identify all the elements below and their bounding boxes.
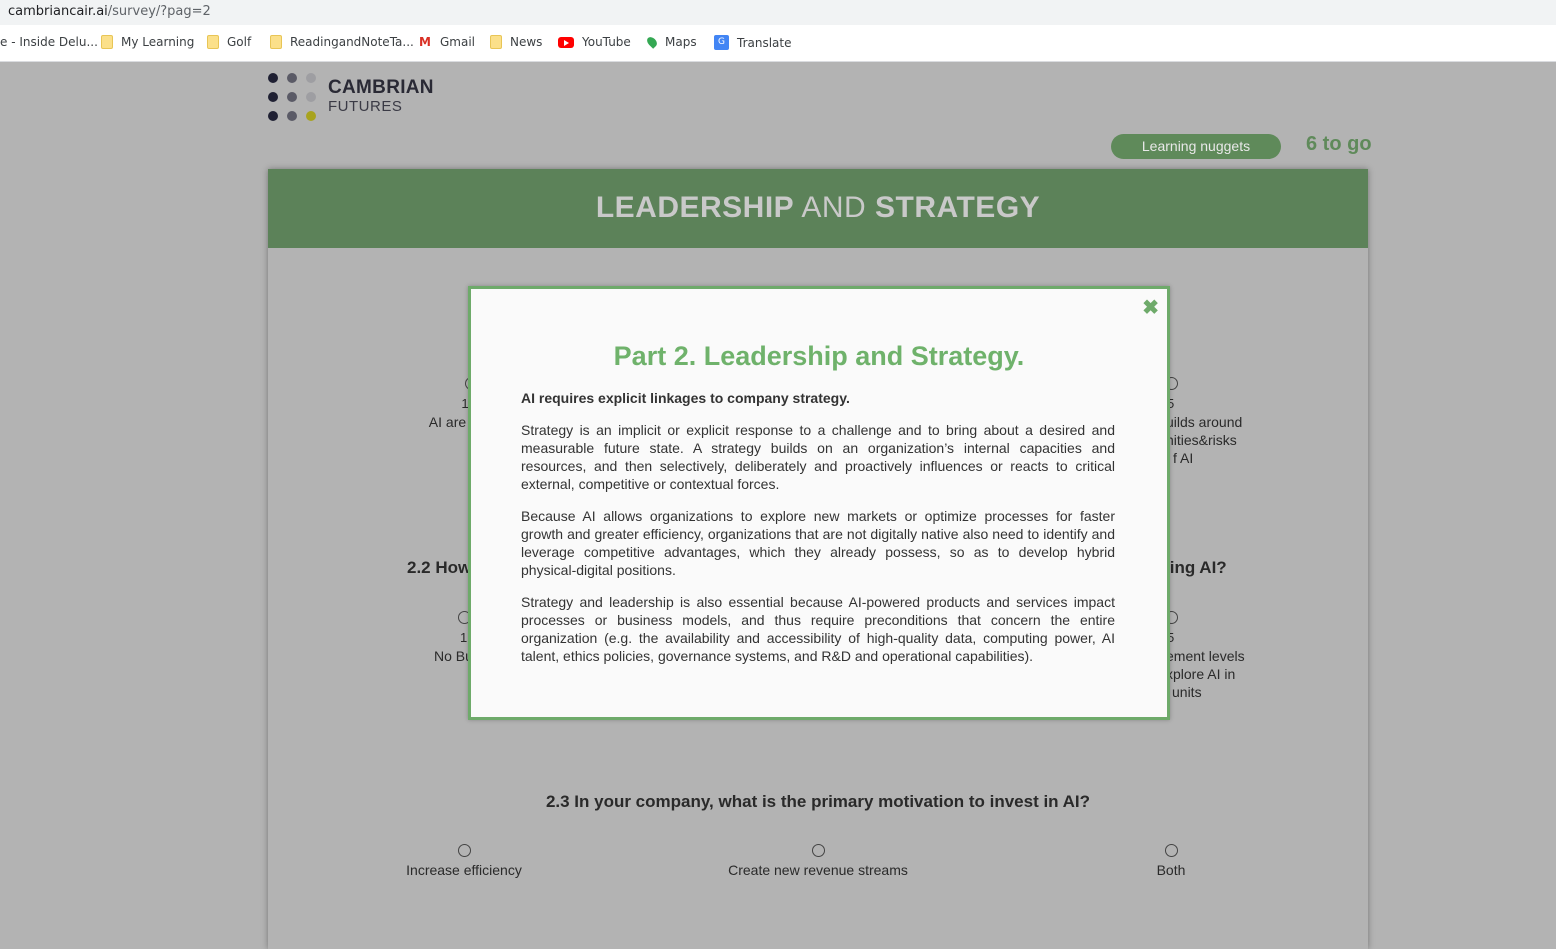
bookmark-label: Gmail — [440, 35, 476, 49]
gmail-icon: M — [419, 35, 431, 49]
logo-dot — [306, 73, 316, 83]
folder-icon — [101, 35, 113, 49]
bookmark-gmail[interactable]: M Gmail — [418, 35, 475, 49]
modal-paragraph: Strategy is an implicit or explicit resp… — [521, 422, 1115, 492]
bookmark-label: Translate — [737, 35, 792, 50]
q3-option-both[interactable]: Both — [1131, 843, 1211, 879]
folder-icon — [207, 35, 219, 49]
option-label: uilds around — [1166, 414, 1243, 430]
bookmark-label: YouTube — [582, 35, 631, 49]
option-label: units — [1172, 684, 1202, 700]
modal-paragraph: Because AI allows organizations to explo… — [521, 508, 1115, 578]
learning-nuggets-button[interactable]: Learning nuggets — [1111, 134, 1281, 159]
modal-body: AI requires explicit linkages to company… — [521, 389, 1115, 679]
maps-icon — [645, 35, 659, 49]
option-label: f AI — [1173, 450, 1194, 466]
q2-text-left: 2.2 How — [407, 558, 472, 577]
logo-dot — [287, 73, 297, 83]
option-label: Create new revenue streams — [728, 862, 908, 878]
logo-wordmark-line2: FUTURES — [328, 98, 403, 115]
youtube-icon — [558, 36, 574, 48]
logo-dot — [287, 111, 297, 121]
bookmark-inside-delu[interactable]: e - Inside Delu... — [0, 35, 98, 49]
remaining-count: 6 to go — [1306, 133, 1372, 155]
url-domain: cambriancair.ai — [8, 4, 108, 19]
section-title-and: AND — [794, 191, 876, 224]
q2-text-right: ling AI? — [1165, 558, 1227, 577]
q3-option-increase-efficiency[interactable]: Increase efficiency — [384, 843, 544, 879]
bookmark-golf[interactable]: Golf — [207, 35, 251, 49]
option-label: Increase efficiency — [406, 862, 522, 878]
close-icon[interactable]: ✖ — [1142, 295, 1159, 320]
radio-button[interactable] — [811, 844, 825, 857]
url-text[interactable]: cambriancair.ai/survey/?pag=2 — [8, 4, 211, 19]
option-number: 1 — [460, 630, 468, 645]
option-label: ement levels — [1166, 648, 1245, 664]
option-label: xplore AI in — [1166, 666, 1236, 682]
learning-nugget-modal: ✖ Part 2. Leadership and Strategy. AI re… — [468, 286, 1170, 720]
logo-dot — [306, 92, 316, 102]
section-title-part1: LEADERSHIP — [595, 191, 795, 224]
url-path: /survey/?pag=2 — [107, 4, 211, 19]
modal-title: Part 2. Leadership and Strategy. — [613, 341, 1025, 371]
logo-dot — [287, 92, 297, 102]
folder-icon — [490, 35, 502, 49]
bookmark-youtube[interactable]: YouTube — [558, 35, 631, 49]
folder-icon — [270, 35, 282, 49]
modal-lead: AI requires explicit linkages to company… — [521, 390, 850, 406]
bookmark-label: Maps — [665, 35, 697, 49]
radio-button[interactable] — [1164, 844, 1178, 857]
translate-icon: G — [714, 35, 729, 50]
q3-option-new-revenue[interactable]: Create new revenue streams — [708, 843, 928, 879]
bookmark-my-learning[interactable]: My Learning — [101, 35, 194, 49]
radio-button[interactable] — [457, 844, 471, 857]
bookmark-maps[interactable]: Maps — [645, 35, 697, 49]
section-title-part2: STRATEGY — [875, 191, 1041, 224]
logo-dot — [306, 111, 316, 121]
q3-text: 2.3 In your company, what is the primary… — [545, 792, 1091, 811]
section-title: LEADERSHIP AND STRATEGY — [268, 191, 1368, 225]
address-bar[interactable]: cambriancair.ai/survey/?pag=2 — [0, 0, 1556, 25]
option-label: Both — [1156, 862, 1186, 878]
logo-dot — [268, 92, 278, 102]
bookmark-label: ReadingandNoteTa... — [290, 35, 414, 49]
bookmark-translate[interactable]: G Translate — [714, 35, 792, 50]
bookmarks-bar: e - Inside Delu... My Learning Golf Read… — [0, 25, 1556, 62]
logo-dot — [268, 111, 278, 121]
section-header: LEADERSHIP AND STRATEGY — [268, 169, 1368, 248]
bookmark-label: e - Inside Delu... — [0, 35, 98, 49]
bookmark-label: News — [510, 35, 543, 49]
modal-paragraph: Strategy and leadership is also essentia… — [521, 594, 1115, 664]
logo-dot — [268, 73, 278, 83]
logo-wordmark-line1: CAMBRIAN — [328, 77, 434, 98]
bookmark-label: My Learning — [121, 35, 195, 49]
option-label: nities&risks — [1166, 432, 1237, 448]
bookmark-news[interactable]: News — [490, 35, 542, 49]
bookmark-label: Golf — [227, 35, 252, 49]
bookmark-readingandnote[interactable]: ReadingandNoteTa... — [270, 35, 414, 49]
